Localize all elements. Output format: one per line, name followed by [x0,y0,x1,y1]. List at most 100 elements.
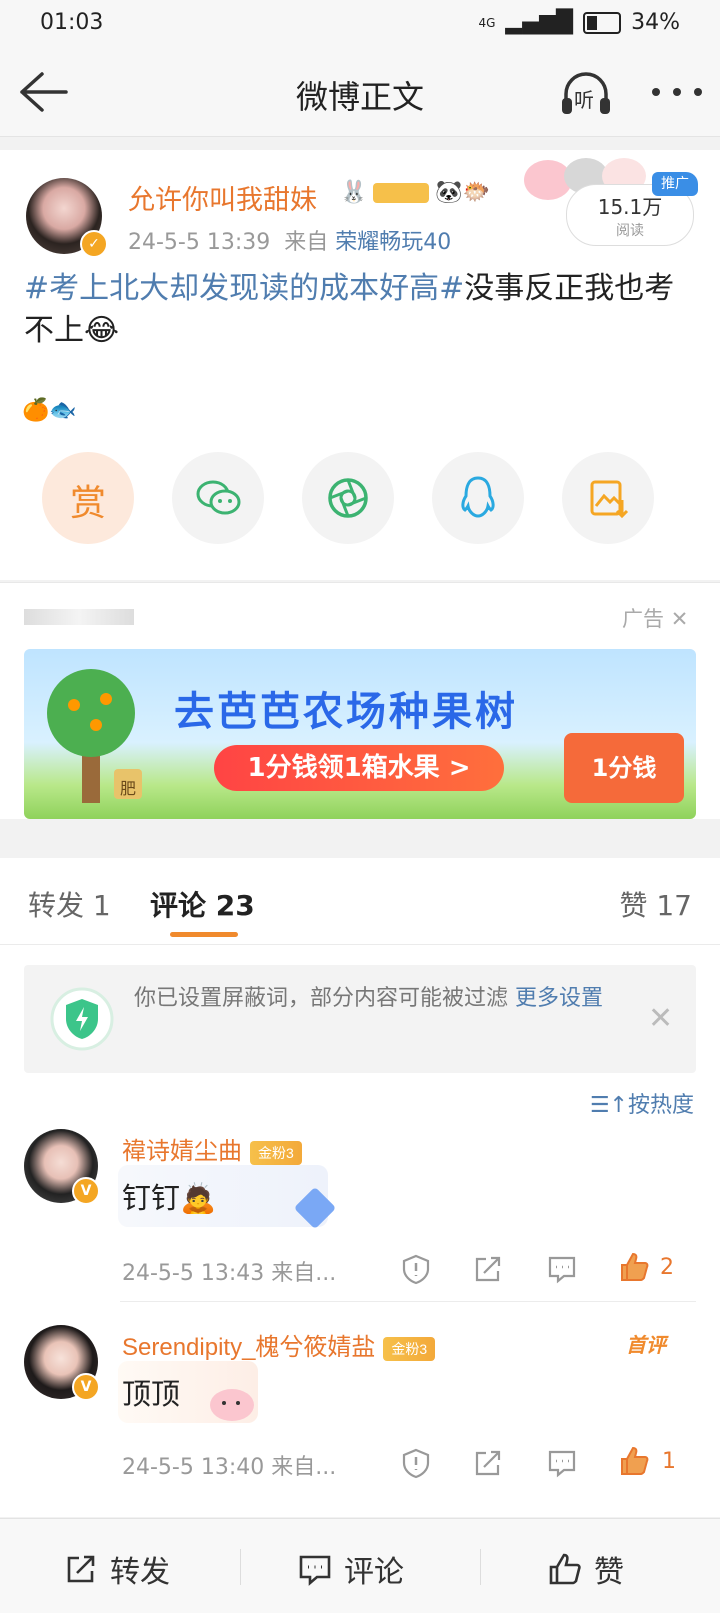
active-tab-indicator [170,932,238,937]
like-icon[interactable] [618,1445,650,1477]
fan-badge: 金粉3 [383,1336,436,1361]
like-button[interactable]: 赞 [548,1547,624,1591]
shield-icon [50,987,114,1051]
comment-item: V Serendipity_槐兮筱婧盐 金粉3 首评 顶顶 24-5-5 13:4… [0,1321,720,1517]
moments-share-button[interactable] [302,452,394,544]
like-count: 1 [662,1449,676,1474]
listen-label: 听 [574,88,594,112]
tab-like[interactable]: 赞 17 [619,884,692,924]
repost-icon [67,1555,95,1583]
post-card: ✓ 允许你叫我甜妹 🐰 🐼🐡 24-5-5 13:39 来自 荣耀畅玩40 15.… [0,150,720,580]
commenter-name[interactable]: Serendipity_槐兮筱婧盐 金粉3 [122,1327,436,1362]
ad-header: 广告 ✕ [0,582,720,650]
page-title: 微博正文 [295,78,424,116]
close-icon[interactable]: ✕ [671,607,689,631]
tab-repost[interactable]: 转发 1 [28,884,111,924]
divider [480,1549,481,1585]
ad-container: 肥 去芭芭农场种果树 1分钱领1箱水果 > 1分钱 [0,649,720,819]
sort-icon: ☰↑ [589,1093,628,1118]
ad-banner[interactable]: 肥 去芭芭农场种果树 1分钱领1箱水果 > 1分钱 [24,649,696,819]
share-icon[interactable] [472,1253,504,1285]
tree-tag: 肥 [120,779,137,798]
post-body: #考上北大却发现读的成本好高#没事反正我也考不上😂 [24,268,694,352]
post-time: 24-5-5 13:39 [128,230,271,255]
thumbs-up-icon [549,1553,581,1585]
qq-share-button[interactable] [432,452,524,544]
ad-title: 去芭芭农场种果树 [174,690,518,734]
ad-label-text: 广告 [622,607,664,631]
verified-badge: ✓ [80,230,108,258]
battery-percent: 34% [631,10,680,35]
notice-message: 你已设置屏蔽词，部分内容可能被过滤 [134,986,515,1011]
comments-section: 你已设置屏蔽词，部分内容可能被过滤 更多设置 ✕ ☰↑按热度 V 禕诗婧尘曲 金粉… [0,945,720,1517]
promo-badge: 推广 [652,172,698,196]
comment-time: 24-5-5 13:40 来自... [122,1455,337,1480]
qq-icon [461,476,495,518]
nav-header: 微博正文 听 [0,48,720,137]
sort-toggle[interactable]: ☰↑按热度 [590,1087,694,1119]
comment-icon [299,1555,331,1586]
save-image-icon [590,480,629,519]
post-hashtag[interactable]: #考上北大却发现读的成本好高# [24,271,464,306]
comment-text-value: 钉钉 [122,1181,181,1215]
status-icons: 4G ▂▄▆█ 34% [478,10,680,35]
repost-button[interactable]: 转发 [64,1547,170,1591]
post-device[interactable]: 荣耀畅玩40 [335,230,451,255]
post-meta: 24-5-5 13:39 来自 荣耀畅玩40 [128,224,451,256]
battery-icon [583,11,622,34]
comment-time: 24-5-5 13:43 来自... [122,1261,337,1286]
from-prefix: 来自 [284,230,329,255]
sort-label: 按热度 [627,1093,694,1118]
verified-badge: V [72,1373,100,1401]
wechat-share-button[interactable] [172,452,264,544]
bottom-action-bar: 转发 评论 赞 [0,1518,720,1613]
reply-icon[interactable] [546,1447,578,1479]
pig-sticker-icon [210,1389,254,1421]
verified-badge: V [72,1177,100,1205]
reply-icon[interactable] [546,1253,578,1285]
like-count: 2 [660,1255,674,1280]
listen-button[interactable]: 听 [560,70,612,116]
comment-divider [120,1301,696,1302]
divider [240,1549,241,1585]
filter-notice: 你已设置屏蔽词，部分内容可能被过滤 更多设置 ✕ [24,965,696,1073]
praying-emoji-icon: 🙇 [180,1181,217,1215]
more-icon[interactable] [650,82,704,102]
close-icon[interactable]: ✕ [648,1001,673,1036]
first-comment-badge: 首评 [626,1333,666,1357]
commenter-name[interactable]: 禕诗婧尘曲 金粉3 [122,1131,302,1166]
signal-icon: ▂▄▆█ [505,10,574,35]
status-bar: 01:03 4G ▂▄▆█ 34% [0,0,720,48]
ad-cta-button[interactable]: 1分钱领1箱水果 > [214,745,504,791]
share-icon[interactable] [472,1447,504,1479]
ad-label[interactable]: 广告 ✕ [622,603,688,633]
commenter-name-text: 禕诗婧尘曲 [122,1138,242,1165]
commenter-name-text: Serendipity_槐兮筱婧盐 [122,1334,376,1361]
comment-button[interactable]: 评论 [298,1547,404,1591]
ad-source-blurred [24,609,134,625]
save-image-button[interactable] [562,452,654,544]
notice-text: 你已设置屏蔽词，部分内容可能被过滤 更多设置 [134,983,654,1015]
report-icon[interactable] [400,1447,432,1479]
more-settings-link[interactable]: 更多设置 [515,986,603,1011]
network-label: 4G [478,15,496,30]
reward-label: 赏 [69,483,106,524]
author-badges: 🐰 🐼🐡 [340,180,491,205]
comment-item: V 禕诗婧尘曲 金粉3 钉钉🙇 24-5-5 13:43 来自... 2 [0,1125,720,1319]
reward-button[interactable]: 赏 [42,452,134,544]
like-label: 赞 [594,1555,624,1590]
wechat-icon [196,480,241,515]
like-icon[interactable] [618,1251,650,1283]
comment-text: 顶顶 [122,1377,181,1411]
post-tabs: 转发 1 评论 23 赞 17 [0,858,720,945]
status-time: 01:03 [40,10,104,35]
report-icon[interactable] [400,1253,432,1285]
author-name[interactable]: 允许你叫我甜妹 [128,178,317,217]
repost-label: 转发 [110,1555,170,1590]
comment-label: 评论 [344,1555,404,1590]
moments-icon [328,478,368,518]
tab-comment[interactable]: 评论 23 [150,884,255,924]
read-label: 阅读 [616,223,644,239]
laugh-emoji-icon: 😂 [84,313,120,348]
fruit-box: 1分钱 [564,733,684,803]
